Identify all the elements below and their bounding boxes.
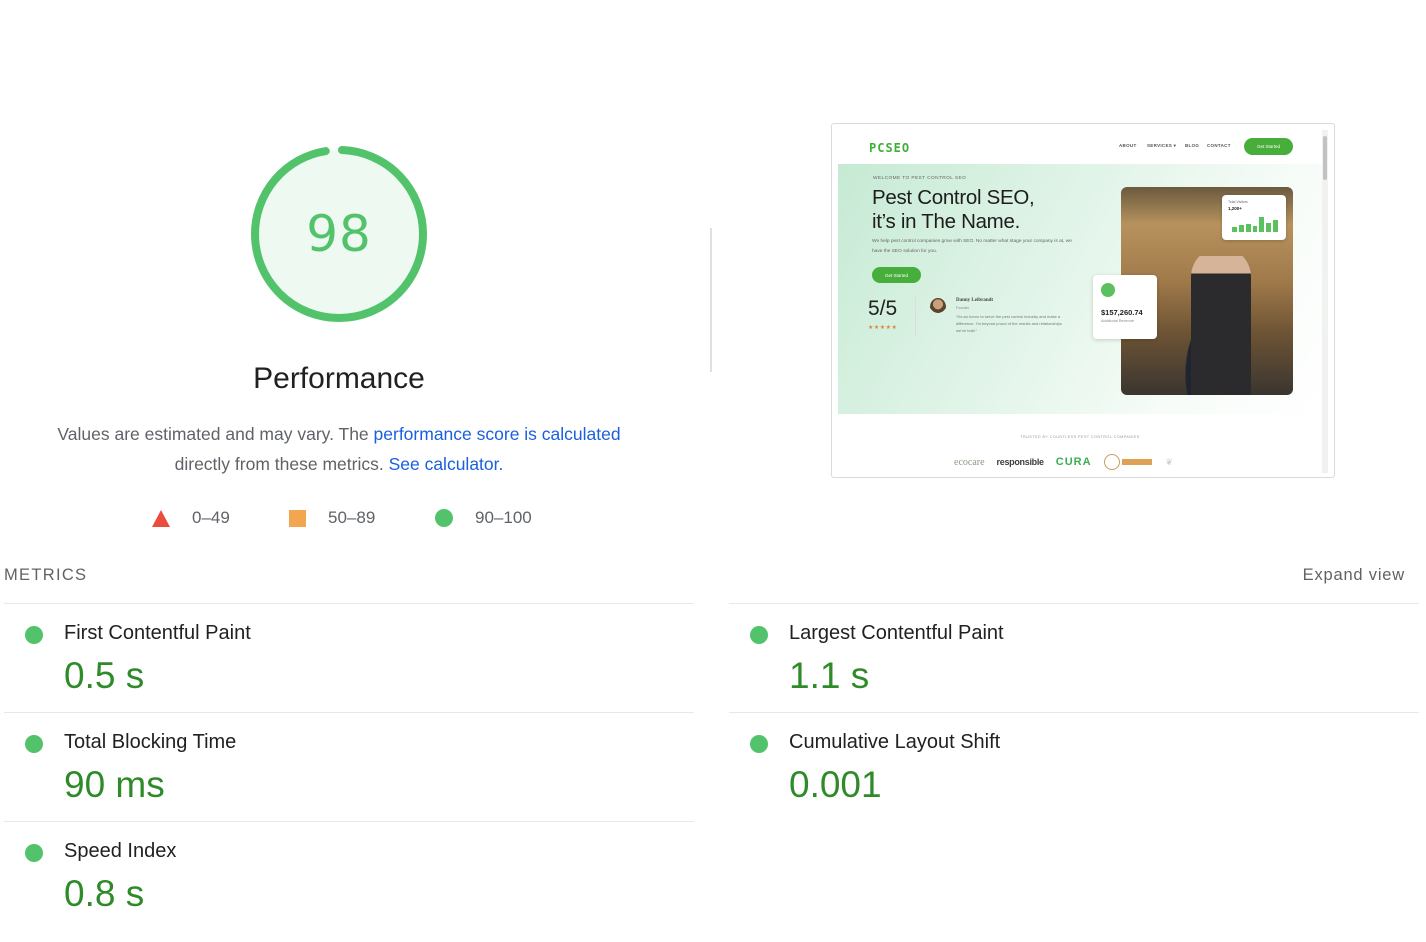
preview-reviewer-role: Founder [956, 306, 970, 310]
metric-value: 0.001 [789, 764, 882, 805]
preview-partner-logos: ecocare responsible CURA ❦ [954, 452, 1173, 472]
mini-bar [1245, 223, 1251, 232]
metric-name: Speed Index [64, 840, 177, 862]
pass-circle-icon [25, 735, 43, 753]
dollar-icon [1101, 283, 1115, 297]
see-calculator-link[interactable]: See calculator. [389, 454, 504, 474]
description-text-2: directly from these metrics. [174, 454, 389, 474]
metrics-header: METRICS [4, 566, 88, 584]
leaf-icon: ❦ [1165, 456, 1174, 467]
final-screenshot[interactable]: PCSEO ABOUT SERVICES ▾ BLOG CONTACT Get … [831, 123, 1335, 478]
mini-bar [1252, 226, 1258, 232]
mini-bar [1266, 223, 1272, 232]
preview-get-started-button: Get Started [1244, 138, 1293, 155]
mini-bar-chart [1232, 217, 1279, 232]
legend-range: 50–89 [328, 508, 376, 527]
pass-circle-icon [750, 626, 768, 644]
metric-value: 90 ms [64, 764, 165, 805]
gauge-title: Performance [253, 362, 425, 395]
revenue-amount: $157,260.74 [1101, 308, 1143, 317]
preview-reviewer-name: Danny Leibrandt [956, 298, 994, 303]
mini-bar [1232, 226, 1237, 232]
partner-logo-cura: CURA [1055, 456, 1092, 468]
visitors-value: 1,200+ [1228, 206, 1242, 211]
legend-range: 90–100 [475, 508, 532, 527]
score-legend: 0–49 50–89 90–100 [0, 508, 678, 532]
revenue-caption: Additional Revenue [1101, 319, 1134, 323]
preview-eyebrow: WELCOME TO PEST CONTROL SEO [873, 176, 967, 181]
metric-speed-index: Speed Index 0.8 s [4, 821, 694, 930]
preview-navbar: PCSEO ABOUT SERVICES ▾ BLOG CONTACT Get … [838, 130, 1322, 164]
metric-name: Largest Contentful Paint [789, 622, 1004, 644]
partner-logo-responsible: responsible [996, 457, 1045, 467]
page-preview: PCSEO ABOUT SERVICES ▾ BLOG CONTACT Get … [838, 130, 1322, 473]
pass-circle-icon [750, 735, 768, 753]
score-value: 98 [306, 205, 372, 263]
mini-bar [1259, 217, 1265, 232]
pass-circle-icon [25, 626, 43, 644]
preview-visitors-card: Total Visitors 1,200+ [1222, 195, 1286, 240]
speaker-figure [1191, 247, 1251, 395]
legend-item-fail: 0–49 [152, 508, 230, 528]
mini-bar [1238, 225, 1244, 232]
metric-value: 1.1 s [789, 655, 870, 696]
preview-hero-button: Get Started [872, 267, 921, 283]
preview-scrollbar[interactable] [1322, 130, 1328, 473]
square-icon [289, 509, 306, 527]
visitors-label: Total Visitors [1228, 200, 1248, 204]
metric-first-contentful-paint: First Contentful Paint 0.5 s [4, 603, 694, 712]
preview-nav-item: ABOUT [1119, 143, 1137, 148]
metric-name: First Contentful Paint [64, 622, 251, 644]
preview-headline-line: it’s in The Name. [872, 210, 1020, 233]
preview-nav-item: CONTACT [1207, 143, 1231, 148]
description-text: Values are estimated and may vary. The [57, 424, 374, 444]
circle-icon [435, 509, 453, 527]
partner-logo-ecocare: ecocare [954, 456, 985, 468]
avatar [930, 298, 946, 316]
preview-nav-item: BLOG [1185, 143, 1200, 148]
score-calculated-link[interactable]: performance score is calculated [374, 424, 621, 444]
preview-logo: PCSEO [869, 141, 911, 155]
scrollbar-thumb[interactable] [1323, 136, 1327, 180]
pass-circle-icon [25, 844, 43, 862]
preview-subtext: We help pest control companies grow with… [872, 239, 1072, 254]
metric-name: Total Blocking Time [64, 731, 237, 753]
preview-rating: 5/5 [868, 297, 898, 320]
preview-headline: Pest Control SEO, it’s in The Name. [872, 186, 1035, 234]
preview-revenue-card: $157,260.74 Additional Revenue [1093, 275, 1157, 339]
expand-view-toggle[interactable]: Expand view [1303, 566, 1405, 585]
metric-cumulative-layout-shift: Cumulative Layout Shift 0.001 [729, 712, 1419, 821]
legend-item-pass: 90–100 [435, 508, 532, 528]
partner-logo-badge [1103, 454, 1154, 470]
metric-value: 0.5 s [64, 655, 145, 696]
metric-value: 0.8 s [64, 873, 145, 914]
preview-trusted-text: TRUSTED BY COUNTLESS PEST CONTROL COMPAN… [1020, 435, 1140, 439]
vertical-divider [710, 228, 712, 372]
metric-name: Cumulative Layout Shift [789, 731, 1001, 753]
score-description: Values are estimated and may vary. The p… [0, 419, 678, 479]
preview-divider [915, 296, 916, 336]
triangle-icon [152, 509, 170, 527]
score-gauge: 98 [247, 142, 431, 326]
preview-quote: “It's an honor to serve the pest control… [956, 314, 1062, 333]
preview-headline-line: Pest Control SEO, [872, 186, 1035, 209]
star-icons: ★★★★★ [868, 325, 898, 331]
legend-range: 0–49 [192, 508, 230, 527]
legend-item-average: 50–89 [289, 508, 375, 528]
mini-bar [1273, 220, 1279, 232]
preview-nav-item: SERVICES ▾ [1147, 143, 1177, 148]
metric-largest-contentful-paint: Largest Contentful Paint 1.1 s [729, 603, 1419, 712]
metric-total-blocking-time: Total Blocking Time 90 ms [4, 712, 694, 821]
